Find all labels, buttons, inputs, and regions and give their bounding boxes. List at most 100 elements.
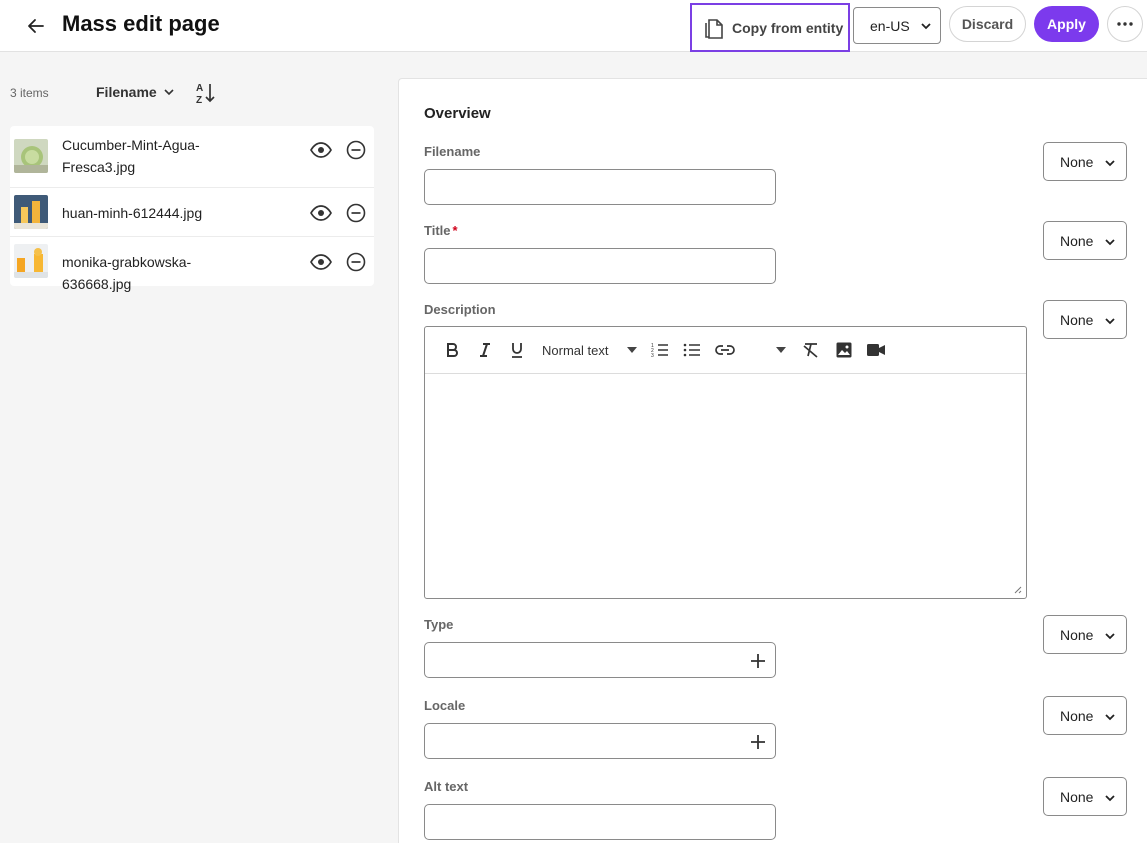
sort-field-select[interactable]: Filename [96, 84, 175, 100]
apply-button[interactable]: Apply [1034, 6, 1099, 42]
chevron-down-icon [627, 347, 637, 353]
underline-icon [512, 343, 522, 358]
edit-panel: Overview Filename None Title * None Descr… [398, 78, 1147, 843]
sort-az-icon[interactable]: AZ [194, 81, 216, 105]
svg-text:Z: Z [196, 95, 202, 105]
image-icon [836, 342, 852, 358]
chevron-down-icon [1105, 633, 1115, 640]
svg-text:A: A [196, 83, 203, 94]
minus-circle-icon [346, 140, 366, 160]
eye-icon [310, 205, 332, 221]
link-icon [715, 345, 735, 355]
more-icon [1117, 22, 1133, 26]
copy-icon [705, 18, 723, 39]
insert-image-button[interactable] [834, 340, 854, 360]
item-count: 3 items [10, 86, 49, 100]
chevron-down-icon [1105, 318, 1115, 325]
file-name: huan-minh-612444.jpg [62, 205, 203, 221]
arrow-left-icon [28, 19, 44, 33]
discard-button[interactable]: Discard [949, 6, 1026, 42]
locale-select-value: en-US [870, 17, 910, 34]
page-header: Mass edit page Copy from entity en-US Di… [0, 0, 1147, 52]
chevron-down-icon [1105, 714, 1115, 721]
italic-icon [480, 343, 490, 357]
plus-icon[interactable] [749, 652, 767, 670]
file-name: Cucumber-Mint-Agua- Fresca3.jpg [62, 137, 200, 175]
italic-button[interactable] [476, 340, 494, 360]
chevron-down-icon [1105, 795, 1115, 802]
remove-item-button[interactable] [345, 202, 367, 224]
remove-item-button[interactable] [345, 251, 367, 273]
bold-icon [447, 343, 458, 357]
description-mode-select[interactable]: None [1043, 300, 1127, 339]
alt-text-mode-select[interactable]: None [1043, 777, 1127, 816]
chevron-down-icon [1105, 160, 1115, 167]
minus-circle-icon [346, 203, 366, 223]
chevron-down-icon [776, 347, 786, 353]
chevron-down-icon [1105, 239, 1115, 246]
chevron-down-icon [921, 23, 931, 30]
text-format-value: Normal text [542, 342, 609, 358]
type-mode-value: None [1060, 626, 1094, 643]
type-label: Type [424, 617, 454, 632]
title-mode-select[interactable]: None [1043, 221, 1127, 260]
bold-button[interactable] [443, 340, 461, 360]
filename-input[interactable] [424, 169, 776, 205]
locale-input[interactable] [424, 723, 776, 759]
locale-mode-select[interactable]: None [1043, 696, 1127, 735]
title-label: Title * [424, 223, 458, 238]
section-title: Overview [424, 105, 491, 122]
bullet-list-button[interactable] [682, 340, 702, 360]
preview-button[interactable] [310, 202, 332, 224]
alt-text-input[interactable] [424, 804, 776, 840]
more-options-button[interactable] [1107, 6, 1143, 42]
file-thumbnail [14, 139, 48, 173]
back-button[interactable] [22, 12, 50, 40]
type-mode-select[interactable]: None [1043, 615, 1127, 654]
editor-toolbar: Normal text 123 [425, 327, 1026, 374]
list-item[interactable]: monika-grabkowska-636668.jpg [10, 237, 374, 292]
text-format-select[interactable]: Normal text [542, 340, 638, 360]
clear-format-icon [803, 343, 818, 358]
file-list: Cucumber-Mint-Agua- Fresca3.jpg huan-min… [10, 126, 374, 292]
remove-item-button[interactable] [345, 139, 367, 161]
ordered-list-icon: 123 [651, 343, 668, 358]
clear-format-button[interactable] [801, 340, 821, 360]
preview-button[interactable] [310, 251, 332, 273]
resize-handle-icon[interactable] [1012, 584, 1022, 594]
title-mode-value: None [1060, 232, 1094, 249]
filename-mode-select[interactable]: None [1043, 142, 1127, 181]
plus-icon[interactable] [749, 733, 767, 751]
description-editor-body[interactable] [425, 374, 1026, 598]
title-input[interactable] [424, 248, 776, 284]
minus-circle-icon [346, 252, 366, 272]
description-mode-value: None [1060, 311, 1094, 328]
copy-from-entity-label: Copy from entity [732, 19, 844, 36]
link-button[interactable] [715, 340, 735, 360]
svg-text:3: 3 [651, 353, 654, 358]
list-toolbar: 3 items Filename AZ [0, 78, 380, 108]
page-title: Mass edit page [62, 11, 220, 36]
type-input[interactable] [424, 642, 776, 678]
alt-text-label: Alt text [424, 779, 469, 794]
ordered-list-button[interactable]: 123 [650, 340, 670, 360]
filename-label: Filename [424, 144, 481, 159]
video-icon [867, 344, 885, 356]
bullet-list-icon [683, 343, 700, 357]
locale-mode-value: None [1060, 707, 1094, 724]
list-item[interactable]: Cucumber-Mint-Agua- Fresca3.jpg [10, 126, 374, 188]
filename-mode-value: None [1060, 153, 1094, 170]
description-editor: Normal text 123 [424, 326, 1027, 599]
chevron-down-icon [164, 89, 174, 96]
file-thumbnail [14, 244, 48, 278]
insert-video-button[interactable] [866, 340, 886, 360]
more-formatting-dropdown[interactable] [774, 340, 788, 360]
alt-text-mode-value: None [1060, 788, 1094, 805]
underline-button[interactable] [508, 340, 526, 360]
copy-from-entity-button[interactable]: Copy from entity [690, 3, 850, 52]
locale-select[interactable]: en-US [853, 7, 941, 44]
list-item[interactable]: huan-minh-612444.jpg [10, 188, 374, 237]
eye-icon [310, 254, 332, 270]
locale-label: Locale [424, 698, 466, 713]
preview-button[interactable] [310, 139, 332, 161]
